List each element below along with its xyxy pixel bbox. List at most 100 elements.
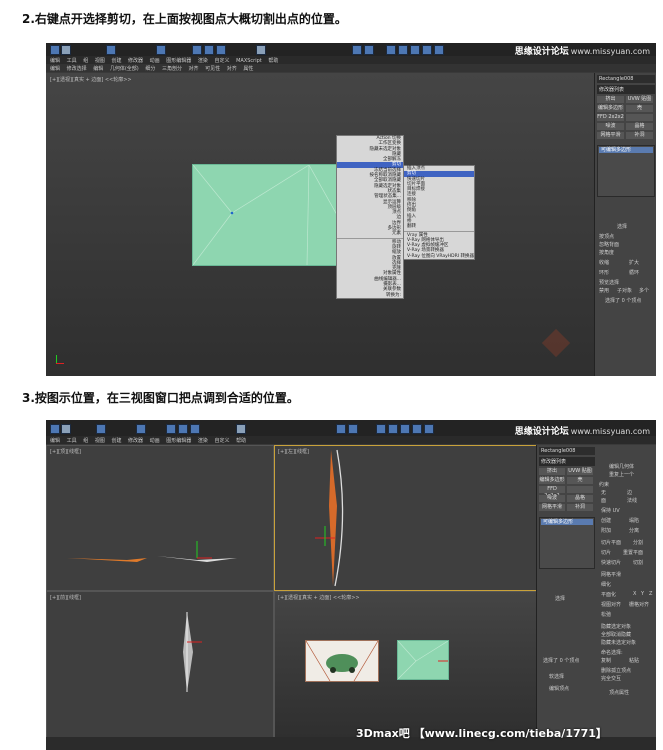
make-planar-button[interactable]: 平面化	[601, 591, 616, 598]
shrink-button[interactable]: 收缩	[599, 259, 609, 266]
snap-icon[interactable]	[256, 45, 266, 55]
menu-item-edit[interactable]: 编辑	[50, 438, 60, 444]
preserve-uvs-checkbox[interactable]: 保持 UV	[601, 507, 620, 514]
ribbon-item[interactable]: 编辑	[93, 66, 103, 72]
attach-button[interactable]: 附加	[601, 527, 611, 534]
modifier-button[interactable]: 晶格	[626, 123, 653, 130]
menu-item-graph-editors[interactable]: 图形编辑器	[166, 438, 191, 444]
mirror-icon[interactable]	[352, 45, 362, 55]
constraint-face[interactable]: 面	[601, 497, 606, 504]
viewport-label[interactable]: [+][透视][真实 + 边面] <<轮廓>>	[50, 76, 132, 83]
option-by-vertex[interactable]: 按顶点	[599, 233, 614, 240]
reset-plane-button[interactable]: 重置平面	[623, 549, 643, 556]
ribbon-item[interactable]: 可见性	[205, 66, 220, 72]
modifier-button[interactable]	[626, 114, 653, 121]
ribbon-item[interactable]: 细分	[145, 66, 155, 72]
modifier-button[interactable]: 编辑多边形	[597, 105, 624, 112]
full-interactivity-checkbox[interactable]: 完全交互	[601, 675, 621, 682]
rollout-vertex-properties[interactable]: 顶点属性	[609, 689, 629, 696]
option-ignore-backfacing[interactable]: 忽略背面	[599, 241, 619, 248]
rollout-edit-geometry[interactable]: 编辑几何体	[609, 463, 634, 470]
ribbon-item[interactable]: 编辑	[50, 66, 60, 72]
quickslice-button[interactable]: 快速切片	[601, 559, 621, 566]
rectangle-object[interactable]	[397, 640, 449, 680]
split-checkbox[interactable]: 分割	[633, 539, 643, 546]
ribbon-item[interactable]: 对齐	[189, 66, 199, 72]
left-viewport[interactable]: [+][左][线框]	[274, 445, 538, 591]
layer-icon[interactable]	[376, 424, 386, 434]
modifier-button[interactable]: 噪波	[597, 123, 624, 130]
paste-button[interactable]: 粘贴	[629, 657, 639, 664]
radio-subobject[interactable]: 子对象	[617, 287, 632, 294]
curve-editor-icon[interactable]	[388, 424, 398, 434]
delete-isolated-checkbox[interactable]: 删除孤立顶点	[601, 667, 631, 674]
quad-item[interactable]: 翻转	[404, 224, 474, 229]
modifier-button[interactable]: 补洞	[567, 504, 593, 511]
modifier-button[interactable]: UVW 贴图	[567, 468, 593, 475]
constraint-edge[interactable]: 边	[627, 489, 632, 496]
option-by-angle[interactable]: 按角度	[599, 249, 614, 256]
rollout-selection-title[interactable]: 选择	[555, 595, 565, 602]
ribbon-item[interactable]: 属性	[243, 66, 253, 72]
undo-icon[interactable]	[50, 45, 60, 55]
rectangle-object[interactable]	[192, 164, 338, 266]
material-icon[interactable]	[400, 424, 410, 434]
modifier-button[interactable]: FFD 2x2x2	[597, 114, 624, 121]
cut-button[interactable]: 切割	[633, 559, 643, 566]
menu-item-rendering[interactable]: 渲染	[198, 438, 208, 444]
copy-button[interactable]: 复制	[601, 657, 611, 664]
modifier-stack[interactable]: 可编辑多边形	[597, 145, 655, 197]
rotate-icon[interactable]	[178, 424, 188, 434]
modifier-button[interactable]: 噪波	[539, 495, 565, 502]
tessellate-button[interactable]: 细化	[601, 581, 611, 588]
modifier-button[interactable]: 壳	[567, 477, 593, 484]
quad-item[interactable]: 元素	[337, 231, 403, 236]
constraint-normal[interactable]: 法线	[627, 497, 637, 504]
hide-unselected-button[interactable]: 隐藏未选定对象	[601, 639, 636, 646]
modifier-button[interactable]	[567, 486, 593, 493]
front-viewport[interactable]: [+][前][线框]	[46, 591, 274, 738]
move-icon[interactable]	[166, 424, 176, 434]
modifier-button[interactable]: 网格平滑	[597, 132, 624, 139]
quad-item[interactable]: V-Ray 位图向 VRayHDRI 转换器	[404, 254, 474, 259]
modifier-button[interactable]: FFD 2x2x2	[539, 486, 565, 499]
ribbon-item[interactable]: 三角剖分	[162, 66, 182, 72]
radio-multi[interactable]: 多个	[639, 287, 649, 294]
object-name-field[interactable]: Rectangle008	[539, 447, 595, 455]
radio-disabled[interactable]: 禁用	[599, 287, 609, 294]
modifier-button[interactable]: 挤出	[539, 468, 565, 475]
redo-icon[interactable]	[61, 45, 71, 55]
grid-align-button[interactable]: 栅格对齐	[629, 601, 649, 608]
menu-item-create[interactable]: 创建	[111, 438, 121, 444]
teapot-icon[interactable]	[424, 424, 434, 434]
menu-item-group[interactable]: 组	[83, 438, 88, 444]
grow-button[interactable]: 扩大	[629, 259, 639, 266]
slice-button[interactable]: 切片	[601, 549, 611, 556]
modifier-button[interactable]: 网格平滑	[539, 504, 565, 511]
rollout-soft-selection[interactable]: 软选择	[549, 673, 564, 680]
planar-y-button[interactable]: Y	[641, 591, 644, 597]
repeat-last-button[interactable]: 重复上一个	[609, 471, 634, 478]
layer-icon[interactable]	[386, 45, 396, 55]
perspective-viewport[interactable]: [+][透视][真实 + 边面] <<轮廓>>	[274, 591, 538, 738]
ribbon-item[interactable]: 几何体(全部)	[110, 66, 139, 72]
modifier-button[interactable]: 壳	[626, 105, 653, 112]
modifier-stack[interactable]: 可编辑多边形	[539, 517, 595, 569]
select-icon[interactable]	[136, 424, 146, 434]
menu-item-tools[interactable]: 工具	[67, 438, 77, 444]
modifier-list-dropdown[interactable]: 修改器列表	[597, 85, 655, 94]
hide-selected-button[interactable]: 隐藏选定对象	[601, 623, 631, 630]
object-name-field[interactable]: Rectangle008	[597, 75, 655, 83]
modifier-list-dropdown[interactable]: 修改器列表	[539, 457, 595, 466]
planar-x-button[interactable]: X	[633, 591, 636, 597]
view-align-button[interactable]: 视图对齐	[601, 601, 621, 608]
rollout-edit-vertices[interactable]: 编辑顶点	[549, 685, 569, 692]
top-viewport[interactable]: [+][顶][线框]	[46, 445, 274, 591]
teapot-icon[interactable]	[434, 45, 444, 55]
viewport-label[interactable]: [+][透视][真实 + 边面] <<轮廓>>	[278, 594, 360, 601]
detach-button[interactable]: 分离	[629, 527, 639, 534]
select-icon[interactable]	[156, 45, 166, 55]
collapse-button[interactable]: 塌陷	[629, 517, 639, 524]
relax-button[interactable]: 松弛	[601, 611, 611, 618]
reference-image-plane[interactable]	[305, 640, 379, 682]
